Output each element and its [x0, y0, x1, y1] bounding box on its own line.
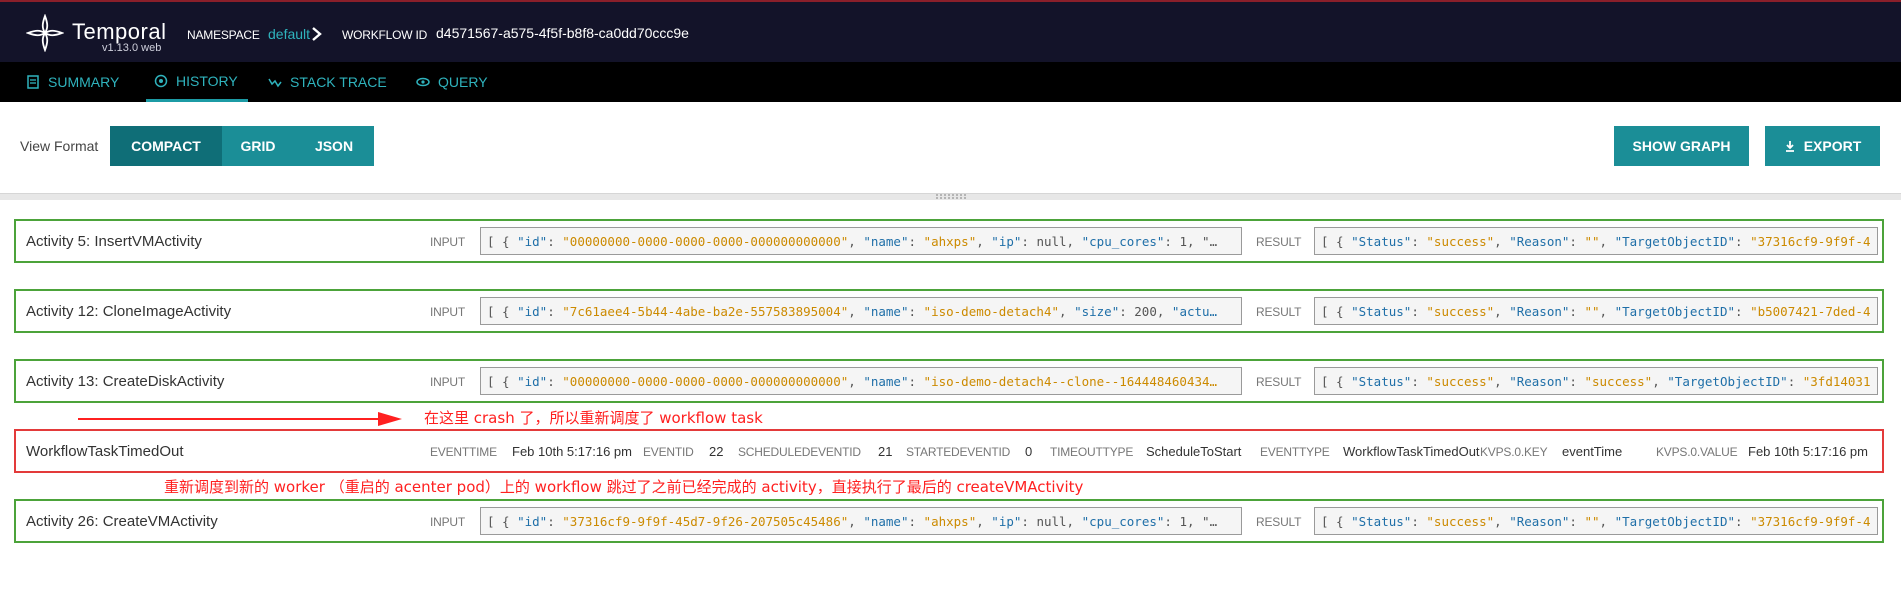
event-title: Activity 13: CreateDiskActivity — [26, 373, 225, 390]
tab-summary-label: SUMMARY — [48, 74, 120, 90]
workflow-id-label: WORKFLOW ID — [342, 28, 428, 42]
annotation-arrow — [78, 412, 402, 426]
input-label: INPUT — [430, 375, 466, 389]
tab-query-label: QUERY — [438, 74, 488, 90]
input-json[interactable]: [ { "id": "00000000-0000-0000-0000-00000… — [480, 367, 1242, 395]
input-label: INPUT — [430, 235, 466, 249]
input-json[interactable]: [ { "id": "37316cf9-9f9f-45d7-9f26-20750… — [480, 507, 1242, 535]
tab-history[interactable]: HISTORY — [146, 62, 248, 102]
temporal-logo-icon[interactable] — [26, 14, 64, 52]
field-key: EVENTID — [643, 445, 694, 459]
view-format-grid-button[interactable]: GRID — [222, 126, 294, 166]
chevron-right-icon — [312, 27, 322, 41]
namespace-link[interactable]: default — [268, 26, 310, 42]
event-row[interactable]: Activity 12: CloneImageActivity INPUT [ … — [14, 289, 1884, 333]
field-key: TIMEOUTTYPE — [1050, 445, 1134, 459]
workflow-id-value: d4571567-a575-4f5f-b8f8-ca0dd70ccc9e — [436, 25, 689, 41]
show-graph-label: SHOW GRAPH — [1632, 138, 1731, 154]
input-label: INPUT — [430, 515, 466, 529]
event-row[interactable]: Activity 26: CreateVMActivity INPUT [ { … — [14, 499, 1884, 543]
history-icon — [154, 74, 168, 87]
result-label: RESULT — [1256, 375, 1302, 389]
stack-trace-icon — [268, 78, 282, 88]
tab-query[interactable]: QUERY — [416, 62, 488, 102]
field-key: STARTEDEVENTID — [906, 445, 1011, 459]
summary-icon — [27, 75, 39, 89]
download-icon — [1785, 141, 1794, 152]
export-label: EXPORT — [1803, 138, 1862, 154]
input-json[interactable]: [ { "id": "00000000-0000-0000-0000-00000… — [480, 227, 1242, 255]
tab-bar: SUMMARY HISTORY STACK TRACE QUERY — [0, 62, 1901, 102]
input-label: INPUT — [430, 305, 466, 319]
field-key: KVPS.0.KEY — [1480, 445, 1548, 459]
result-label: RESULT — [1256, 305, 1302, 319]
view-format-json-button[interactable]: JSON — [294, 126, 374, 166]
result-label: RESULT — [1256, 235, 1302, 249]
event-row[interactable]: Activity 5: InsertVMActivity INPUT [ { "… — [14, 219, 1884, 263]
result-json[interactable]: [ { "Status": "success", "Reason": "succ… — [1314, 367, 1878, 395]
tab-stack-trace-label: STACK TRACE — [290, 74, 387, 90]
result-json[interactable]: [ { "Status": "success", "Reason": "", "… — [1314, 227, 1878, 255]
export-button[interactable]: EXPORT — [1765, 126, 1880, 166]
result-json[interactable]: [ { "Status": "success", "Reason": "", "… — [1314, 507, 1878, 535]
event-title: Activity 12: CloneImageActivity — [26, 303, 232, 320]
field-key: SCHEDULEDEVENTID — [738, 445, 861, 459]
field-value: 22 — [709, 444, 724, 459]
query-icon — [416, 77, 430, 87]
show-graph-button[interactable]: SHOW GRAPH — [1614, 126, 1749, 166]
event-row-timed-out[interactable]: WorkflowTaskTimedOut EVENTTIME Feb 10th … — [14, 429, 1884, 473]
view-format-label: View Format — [20, 138, 99, 154]
field-key: EVENTTIME — [430, 445, 497, 459]
event-title: Activity 5: InsertVMActivity — [26, 233, 202, 250]
result-label: RESULT — [1256, 515, 1302, 529]
event-title: Activity 26: CreateVMActivity — [26, 513, 218, 530]
field-value: 0 — [1025, 444, 1033, 459]
event-row[interactable]: Activity 13: CreateDiskActivity INPUT [ … — [14, 359, 1884, 403]
tab-stack-trace[interactable]: STACK TRACE — [268, 62, 387, 102]
drag-handle-icon[interactable] — [936, 194, 966, 199]
top-header: Temporal v1.13.0 web NAMESPACE default W… — [0, 0, 1901, 62]
field-value: WorkflowTaskTimedOut — [1343, 444, 1480, 459]
crash-annotation: 在这里 crash 了，所以重新调度了 workflow task — [424, 409, 763, 427]
reschedule-annotation: 重新调度到新的 worker （重启的 acenter pod）上的 workf… — [164, 478, 1084, 496]
field-value: Feb 10th 5:17:16 pm — [1748, 444, 1868, 459]
field-value: eventTime — [1562, 444, 1623, 459]
tab-history-label: HISTORY — [176, 72, 238, 89]
field-key: EVENTTYPE — [1260, 445, 1330, 459]
field-key: KVPS.0.VALUE — [1656, 445, 1738, 459]
view-format-compact-button[interactable]: COMPACT — [110, 126, 222, 166]
version-label: v1.13.0 web — [102, 42, 162, 54]
tab-summary[interactable]: SUMMARY — [26, 62, 119, 102]
result-json[interactable]: [ { "Status": "success", "Reason": "", "… — [1314, 297, 1878, 325]
input-json[interactable]: [ { "id": "7c61aee4-5b44-4abe-ba2e-55758… — [480, 297, 1242, 325]
namespace-label: NAMESPACE — [187, 28, 260, 42]
field-value: Feb 10th 5:17:16 pm — [512, 444, 632, 459]
event-title: WorkflowTaskTimedOut — [26, 443, 184, 460]
field-value: ScheduleToStart — [1146, 444, 1242, 459]
field-value: 21 — [878, 444, 893, 459]
